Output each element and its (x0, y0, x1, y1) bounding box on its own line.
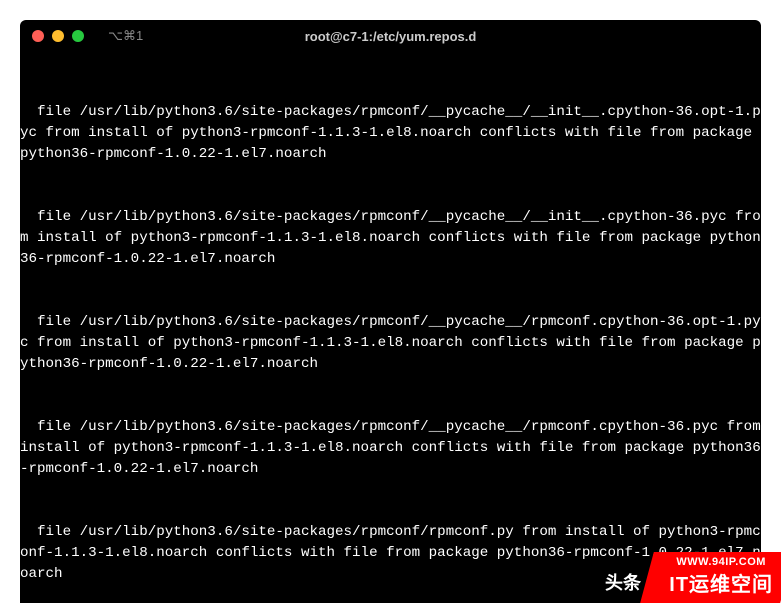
output-line: file /usr/lib/python3.6/site-packages/rp… (20, 102, 761, 165)
watermark-main-text: IT运维空间 (669, 568, 773, 597)
close-button[interactable] (32, 30, 44, 42)
tab-indicator: ⌥⌘1 (108, 28, 143, 44)
terminal-output[interactable]: file /usr/lib/python3.6/site-packages/rp… (20, 52, 761, 603)
output-line: file /usr/lib/python3.6/site-packages/rp… (20, 417, 761, 480)
watermark-front-badge: WWW.94IP.COM IT运维空间 (640, 552, 781, 603)
output-line: file /usr/lib/python3.6/site-packages/rp… (20, 312, 761, 375)
output-line: file /usr/lib/python3.6/site-packages/rp… (20, 207, 761, 270)
title-bar: ⌥⌘1 root@c7-1:/etc/yum.repos.d (20, 20, 761, 52)
minimize-button[interactable] (52, 30, 64, 42)
maximize-button[interactable] (72, 30, 84, 42)
watermark-back-text: 头条 (605, 569, 641, 595)
traffic-lights (32, 30, 84, 42)
window-title: root@c7-1:/etc/yum.repos.d (305, 29, 477, 44)
terminal-window: ⌥⌘1 root@c7-1:/etc/yum.repos.d file /usr… (20, 20, 761, 603)
watermark-url: WWW.94IP.COM (677, 556, 767, 568)
watermark: 头条 WWW.94IP.COM IT运维空间 (593, 552, 781, 603)
